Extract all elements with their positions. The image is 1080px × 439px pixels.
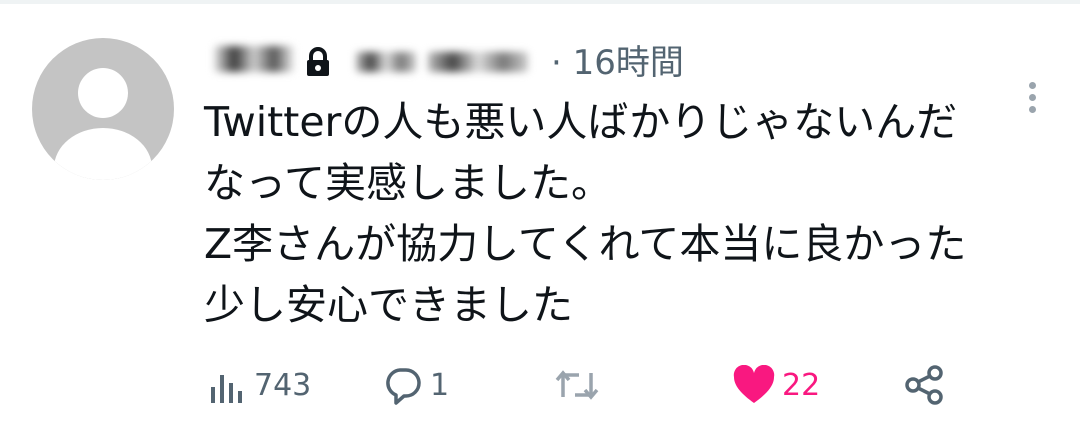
- reply-count: 1: [430, 367, 450, 403]
- tweet-text-line: Twitterの人も悪い人ばかりじゃないんだ: [204, 98, 958, 146]
- views-button[interactable]: 743: [208, 355, 311, 415]
- avatar[interactable]: [32, 38, 174, 180]
- handle-redacted-part-1[interactable]: [356, 52, 416, 72]
- tweet-timestamp[interactable]: · 16時間: [551, 40, 684, 86]
- like-button[interactable]: 22: [732, 355, 820, 415]
- avatar-head-shape: [78, 68, 128, 118]
- display-name-redacted[interactable]: [214, 46, 294, 72]
- reply-button[interactable]: 1: [382, 355, 449, 415]
- lock-icon: [307, 47, 329, 76]
- tweet-text-line: 少し安心できました: [204, 281, 573, 329]
- avatar-body-shape: [54, 128, 152, 180]
- handle-redacted-part-2[interactable]: [428, 52, 528, 72]
- views-count: 743: [254, 367, 312, 403]
- share-button[interactable]: [904, 355, 944, 415]
- views-icon: [211, 375, 242, 403]
- heart-icon: [733, 365, 775, 403]
- tweet-text-line: なって実感しました。: [204, 159, 612, 207]
- retweet-icon: [555, 370, 599, 400]
- retweet-button[interactable]: [554, 355, 606, 415]
- tweet-header: · 16時間: [206, 40, 1036, 113]
- tweet-text-line: Z李さんが協力してくれて本当に良かった: [204, 220, 967, 268]
- tweet-actions: 743 1 22: [0, 355, 1080, 415]
- top-divider: [0, 0, 1080, 4]
- share-icon: [905, 365, 943, 405]
- tweet-text: Twitterの人も悪い人ばかりじゃないんだ なって実感しました。 Z李さんが協…: [204, 92, 1054, 336]
- reply-icon: [386, 368, 421, 405]
- like-count: 22: [782, 367, 821, 403]
